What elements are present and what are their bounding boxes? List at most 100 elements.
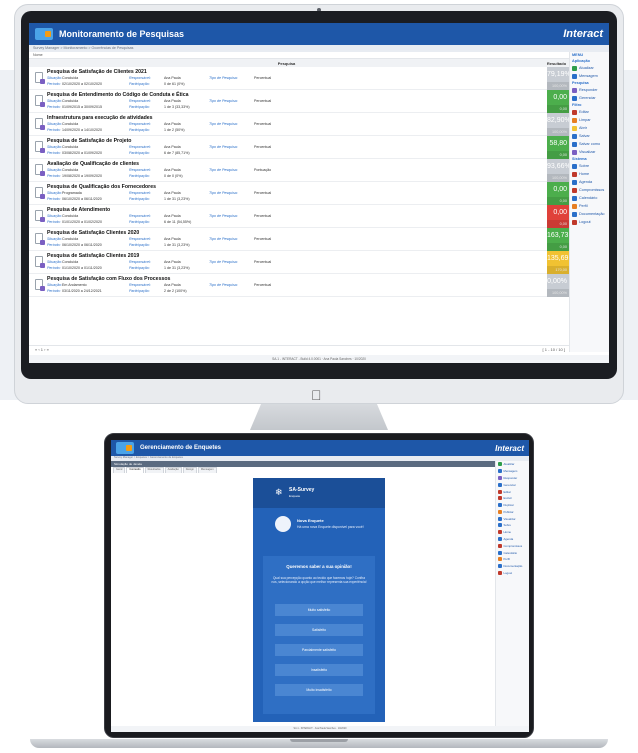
participacao-value: 0 de 0 (0%) <box>164 174 183 178</box>
side-item[interactable]: Atualizar <box>570 64 609 72</box>
laptop: Gerenciamento de Enquetes Interact Surve… <box>104 433 534 738</box>
tipo-label: Tipo de Pesquisa: <box>209 260 238 264</box>
side-item[interactable]: Editar <box>570 108 609 116</box>
side-item-label: Perfil <box>579 204 588 208</box>
menu-item-icon <box>498 564 502 569</box>
home-icon <box>572 171 577 177</box>
laptop-side-label: Sobre <box>503 523 511 528</box>
notification-text: Há uma nova Enquete disponível para você… <box>297 525 364 529</box>
side-item[interactable]: Gerenciar <box>570 94 609 102</box>
laptop-side-item[interactable]: Mensagem <box>496 468 529 475</box>
side-item-label: Visualizar <box>579 150 596 154</box>
table-row[interactable]: Pesquisa de Satisfação de Projeto Situaçã… <box>29 136 569 159</box>
monitor-bezel: Monitoramento de Pesquisas Interact Surv… <box>21 11 617 379</box>
menu-item-icon <box>498 536 502 541</box>
laptop-side-item[interactable]: Visualizar <box>496 515 529 522</box>
side-item[interactable]: Responder <box>570 86 609 94</box>
answer-option-button[interactable]: Muito insatisfeito <box>275 684 363 696</box>
laptop-side-item[interactable]: Agenda <box>496 536 529 543</box>
table-row[interactable]: Infraestrutura para execução de atividad… <box>29 113 571 136</box>
laptop-side-item[interactable]: Logout <box>496 570 529 577</box>
table-row[interactable]: Pesquisa de Satisfação Clientes 2019 Situ… <box>29 251 569 274</box>
laptop-side-label: Gerenciar <box>503 482 516 487</box>
situacao-value: Concluída <box>62 237 79 241</box>
side-item[interactable]: Abrir <box>570 124 609 132</box>
pager-next-button[interactable]: › » <box>43 347 49 352</box>
situacao-label: Situação: <box>47 145 62 149</box>
side-item[interactable]: Mensagem <box>570 72 609 80</box>
column-pesquisa[interactable]: Pesquisa <box>29 61 544 66</box>
laptop-side-item[interactable]: Home <box>496 529 529 536</box>
laptop-side-item[interactable]: Perfil <box>496 556 529 563</box>
laptop-side-label: Documentação <box>503 564 523 569</box>
laptop-side-item[interactable]: Editar <box>496 488 529 495</box>
responsavel-label: Responsável: <box>129 260 151 264</box>
side-item[interactable]: Perfil <box>570 202 609 210</box>
side-item[interactable]: Sobre <box>570 162 609 170</box>
side-item[interactable]: Documentação <box>570 210 609 218</box>
side-item[interactable]: Limpar <box>570 116 609 124</box>
table-row[interactable]: Pesquisa de Satisfação de Clientes 2021 S… <box>29 67 571 90</box>
message-icon <box>572 73 577 79</box>
laptop-tab[interactable]: Resultados <box>144 467 164 473</box>
side-item[interactable]: Compromissos <box>570 186 609 194</box>
save-icon <box>572 133 577 139</box>
answer-option-button[interactable]: Parcialmente satisfeito <box>275 644 363 656</box>
side-item-label: Limpar <box>579 118 591 122</box>
table-row[interactable]: Pesquisa de Qualificação dos Fornecedore… <box>29 182 569 205</box>
laptop-side-item[interactable]: Calendário <box>496 549 529 556</box>
laptop-tabs: Geral Conteúdo Resultados Avaliação Design Me… <box>111 467 529 473</box>
answer-option-button[interactable]: Muito satisfeito <box>275 604 363 616</box>
table-row[interactable]: Avaliação de Qualificação de clientes Sit… <box>29 159 571 182</box>
side-item[interactable]: Salvar <box>570 132 609 140</box>
info-icon <box>572 163 577 169</box>
status-bar: SA.1 - INTERACT - Build 4.0.0001 · Ana P… <box>29 355 609 363</box>
responsavel-value: Ana Paula <box>164 99 181 103</box>
laptop-tab[interactable]: Design <box>182 467 197 473</box>
laptop-side-item[interactable]: Gerenciar <box>496 481 529 488</box>
laptop-tab[interactable]: Mensagem <box>197 467 217 473</box>
table-row[interactable]: Pesquisa de Atendimento Situação: Concluíd… <box>29 205 569 228</box>
laptop-tab[interactable]: Conteúdo <box>126 467 144 473</box>
side-item-label: Editar <box>579 110 589 114</box>
table-row[interactable]: Pesquisa de Satisfação Clientes 2020 Situ… <box>29 228 569 251</box>
side-item[interactable]: Logout <box>570 218 609 226</box>
laptop-side-label: Publicar <box>503 509 514 514</box>
laptop-side-item[interactable]: Publicar <box>496 508 529 515</box>
answer-option-button[interactable]: Insatisfeito <box>275 664 363 676</box>
survey-icon <box>35 164 45 176</box>
participacao-label: Participação: <box>129 174 150 178</box>
side-item[interactable]: Salvar como <box>570 140 609 148</box>
menu-item-icon <box>498 570 502 575</box>
side-item[interactable]: Home <box>570 170 609 178</box>
result-score: 0,00 0,00 <box>547 90 569 113</box>
breadcrumb[interactable]: Survey Manager > Monitoramento > Ocorrên… <box>29 45 609 52</box>
laptop-tab[interactable]: Geral <box>113 467 126 473</box>
question-description: Qual sua percepção quanto ao tecido que … <box>271 576 367 585</box>
laptop-side-item[interactable]: Documentação <box>496 563 529 570</box>
laptop-side-label: Editar <box>503 489 511 494</box>
laptop-tab[interactable]: Avaliação <box>164 467 182 473</box>
laptop-side-item[interactable]: Sobre <box>496 522 529 529</box>
survey-title: Pesquisa de Qualificação dos Fornecedore… <box>47 184 156 190</box>
side-item[interactable]: Agenda <box>570 178 609 186</box>
table-row[interactable]: Pesquisa de Satisfação com Fluxo dos Pro… <box>29 274 569 297</box>
side-item-label: Salvar como <box>579 142 601 146</box>
table-row[interactable]: Pesquisa de Entendimento do Código de Co… <box>29 90 569 113</box>
result-value: 0,00 <box>547 205 569 220</box>
answer-option-button[interactable]: Satisfeito <box>275 624 363 636</box>
laptop-side-item[interactable]: Atualizar <box>496 461 529 468</box>
periodo-value: 01/01/2020 a 01/02/2020 <box>62 220 102 224</box>
result-value: 82,90% <box>547 113 571 128</box>
laptop-side-item[interactable]: Excluir <box>496 495 529 502</box>
laptop-side-item[interactable]: Duplicar <box>496 502 529 509</box>
side-item-label: Logout <box>579 220 591 224</box>
side-item[interactable]: Visualizar <box>570 148 609 156</box>
side-item-label: Agenda <box>579 180 593 184</box>
laptop-side-item[interactable]: Responder <box>496 475 529 482</box>
survey-icon <box>35 256 45 268</box>
side-item[interactable]: Calendário <box>570 194 609 202</box>
monitor-stand <box>250 404 388 430</box>
laptop-side-item[interactable]: Compromissos <box>496 542 529 549</box>
column-resultado[interactable]: Resultado <box>544 61 569 66</box>
